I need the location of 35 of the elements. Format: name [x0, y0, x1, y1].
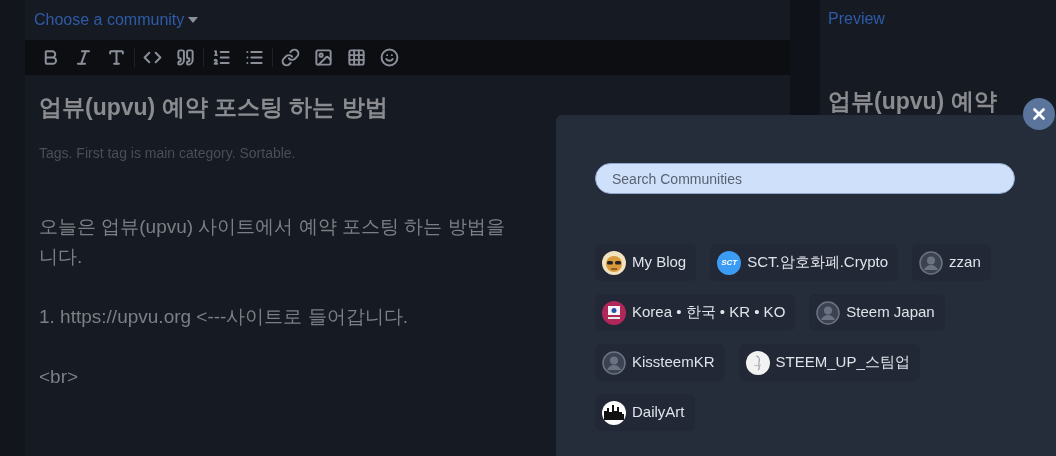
community-logo-icon: SCT	[717, 250, 742, 275]
emoji-icon[interactable]	[380, 48, 399, 67]
body-text-line: 오늘은 업뷰(upvu) 사이트에서 예약 포스팅 하는 방법을	[39, 215, 505, 239]
link-icon[interactable]	[281, 48, 300, 67]
search-field[interactable]: Search Communities	[595, 163, 1015, 194]
body-text-line: 니다.	[39, 245, 83, 269]
body-text-line: 1. https://upvu.org <---사이트로 들어갑니다.	[39, 305, 408, 329]
numbered-list-icon[interactable]	[212, 48, 231, 67]
table-icon[interactable]	[347, 48, 366, 67]
flag-avatar-icon	[602, 300, 626, 325]
post-title: 업뷰(upvu) 예약 포스팅 하는 방법	[39, 93, 389, 122]
bullet-list-icon[interactable]	[245, 48, 264, 67]
user-avatar-icon	[602, 350, 626, 375]
italic-icon[interactable]	[74, 48, 93, 67]
community-chip[interactable]: My Blog	[595, 244, 697, 281]
community-chip[interactable]: DailyArt	[595, 394, 695, 431]
user-avatar-icon	[919, 250, 944, 275]
sketch-avatar-icon	[745, 350, 770, 375]
image-icon[interactable]	[314, 48, 333, 67]
close-icon	[1030, 105, 1048, 123]
community-chip[interactable]: zzan	[912, 244, 991, 281]
community-chip[interactable]: Korea • 한국 • KR • KO	[595, 294, 796, 331]
community-chip[interactable]: KissteemKR	[595, 344, 725, 381]
body-text-line: <br>	[39, 365, 79, 389]
preview-label: Preview	[828, 9, 885, 29]
quote-icon[interactable]	[176, 48, 195, 67]
community-chip[interactable]: SCT SCT.암호화폐.Crypto	[710, 244, 899, 281]
heading-icon[interactable]	[107, 48, 126, 67]
community-chip[interactable]: Steem Japan	[809, 294, 945, 331]
caret-icon	[188, 17, 199, 23]
user-avatar-icon	[816, 300, 841, 325]
mascot-avatar-icon	[602, 250, 626, 275]
community-chip[interactable]: STEEM_UP_스팀업	[738, 344, 920, 381]
skyline-avatar-icon	[602, 400, 626, 425]
preview-title: 업뷰(upvu) 예약	[828, 88, 997, 114]
